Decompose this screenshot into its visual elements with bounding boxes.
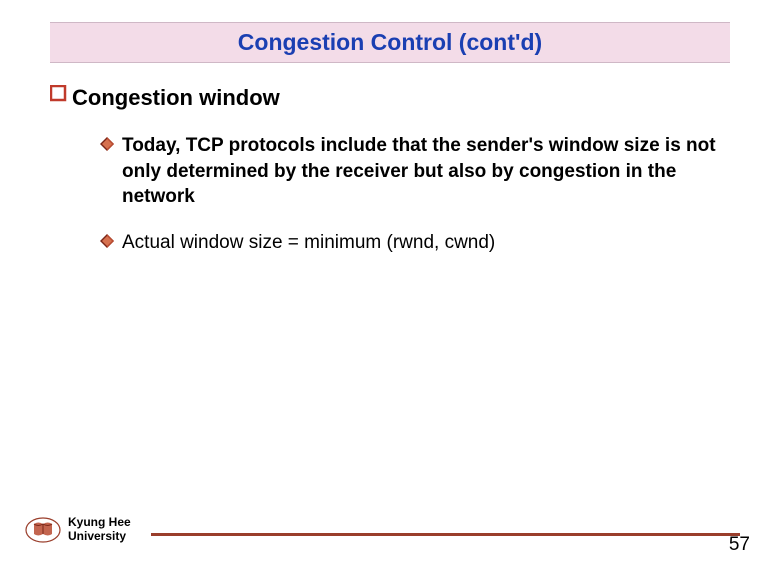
diamond-bullet-icon: [100, 234, 114, 253]
slide-content: Congestion window Today, TCP protocols i…: [0, 63, 780, 256]
section-heading: Congestion window: [72, 85, 280, 111]
list-item: Actual window size = minimum (rwnd, cwnd…: [100, 230, 730, 256]
page-number: 57: [729, 534, 750, 556]
list-item: Today, TCP protocols include that the se…: [100, 133, 730, 210]
diamond-bullet-icon: [100, 137, 114, 156]
bullet-text: Actual window size = minimum (rwnd, cwnd…: [122, 230, 495, 256]
institution-line-2: University: [68, 530, 131, 544]
footer-divider: [151, 533, 740, 536]
square-bullet-icon: [50, 85, 68, 109]
bullet-text: Today, TCP protocols include that the se…: [122, 133, 730, 210]
slide-title: Congestion Control (cont'd): [238, 29, 542, 55]
section-heading-row: Congestion window: [50, 85, 730, 111]
slide-title-bar: Congestion Control (cont'd): [50, 22, 730, 63]
institution-line-1: Kyung Hee: [68, 516, 131, 530]
bullet-list: Today, TCP protocols include that the se…: [100, 133, 730, 256]
